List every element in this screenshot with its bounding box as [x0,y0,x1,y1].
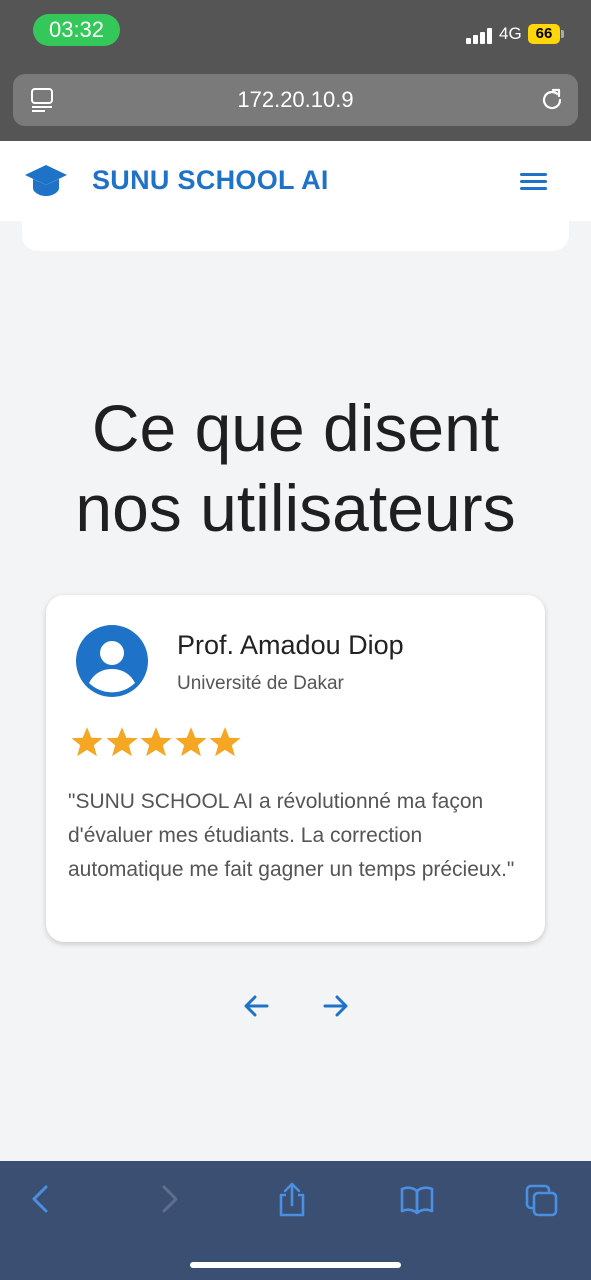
share-icon[interactable] [275,1181,309,1217]
brand-name[interactable]: SUNU SCHOOL AI [92,165,329,196]
star-icon [71,727,103,757]
arrow-right-icon[interactable] [320,990,352,1022]
testimonial-affiliation: Université de Dakar [177,673,344,694]
section-title-line2: nos utilisateurs [75,471,516,545]
testimonial-name: Prof. Amadou Diop [177,630,404,660]
section-title: Ce que disent nos utilisateurs [0,388,591,548]
cellular-signal-icon [466,28,494,44]
status-bar: 03:32 4G 66 [0,0,591,64]
previous-section-card [22,221,569,251]
forward-icon[interactable] [152,1181,186,1217]
url-field[interactable]: 172.20.10.9 [13,74,578,126]
home-indicator [190,1262,401,1268]
menu-button[interactable] [514,167,554,197]
graduation-cap-icon[interactable] [24,161,68,201]
battery-icon: 66 [528,24,560,44]
arrow-left-icon[interactable] [240,990,272,1022]
star-icon [140,727,172,757]
testimonial-card: Prof. Amadou Diop Université de Dakar "S… [46,595,545,942]
star-icon [174,727,207,757]
tabs-icon[interactable] [525,1181,559,1217]
app-header: SUNU SCHOOL AI [0,141,591,221]
testimonial-quote: "SUNU SCHOOL AI a révolutionné ma façon … [68,790,515,881]
status-time: 03:32 [33,14,120,46]
bookmarks-icon[interactable] [400,1181,434,1217]
network-type: 4G [499,24,522,43]
browser-address-bar: 172.20.10.9 [0,64,591,141]
battery-cap [561,30,564,38]
section-title-line1: Ce que disent [91,391,500,465]
back-icon[interactable] [24,1181,58,1217]
user-avatar-icon [76,625,148,697]
reload-icon[interactable] [539,87,565,113]
url-text[interactable]: 172.20.10.9 [13,74,578,126]
rating-stars [70,725,243,761]
star-icon [209,727,241,757]
star-icon [105,727,138,757]
